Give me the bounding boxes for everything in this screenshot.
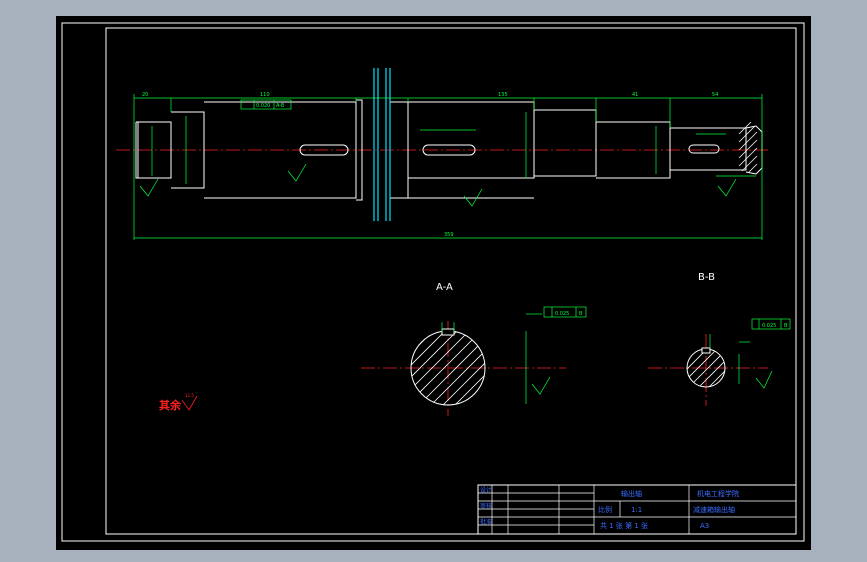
datum-ref-a: B [579,311,583,317]
tb-role-1: 设计 [480,486,492,494]
cad-viewport: 20 110 135 41 54 359 0.020 A-B A-A 0.025… [56,16,811,550]
dim-left: 20 [142,92,148,98]
cad-drawing: 20 110 135 41 54 359 0.020 A-B A-A 0.025… [61,22,805,542]
dim-seg2: 110 [260,92,270,98]
dimension-lines [133,94,763,240]
section-a-a: A-A 0.025 B [361,282,587,416]
title-block: 输出轴 机电工程学院 比例 1:1 减速箱输出轴 共 1 张 第 1 张 A3 … [477,484,797,535]
roughness-label: 其余 [159,398,182,412]
tb-part-name: 输出轴 [621,489,642,498]
end-hatch [738,121,758,173]
shaft-main-view: 20 110 135 41 54 359 0.020 A-B [116,68,771,240]
dim-r2: 54 [712,92,718,98]
tol-value-a: 0.025 [555,311,569,317]
tb-role-3: 批准 [480,518,492,526]
dimension-labels: 20 110 135 41 54 359 0.020 A-B [142,92,718,238]
bearing-lines [373,68,391,221]
roughness-note: 其余 12.5 [159,393,198,412]
section-b-title: B-B [698,272,715,283]
datum-ref-b: B [784,323,788,329]
section-a-title: A-A [436,282,453,293]
inner-border [105,27,797,535]
tb-school: 机电工程学院 [697,489,739,498]
tb-drawing-title: 减速箱输出轴 [693,505,735,514]
keyway-right [688,144,720,154]
dim-mid: 135 [498,92,508,98]
dim-overall: 359 [444,232,454,238]
section-b-b: B-B 0.025 B [648,272,791,406]
datum-ref-1: A-B [276,103,285,109]
roughness-value: 12.5 [185,393,194,398]
tb-scale-value: 1:1 [631,506,642,514]
tb-sheet-size: A3 [700,522,709,530]
tol-value-b: 0.025 [762,323,776,329]
tol-value-1: 0.020 [256,103,270,109]
tb-scale-label: 比例 [598,505,612,514]
dim-r1: 41 [632,92,638,98]
tb-role-2: 审核 [480,502,492,510]
outer-frame [61,22,805,542]
tb-sheet-count: 共 1 张 第 1 张 [600,521,648,530]
